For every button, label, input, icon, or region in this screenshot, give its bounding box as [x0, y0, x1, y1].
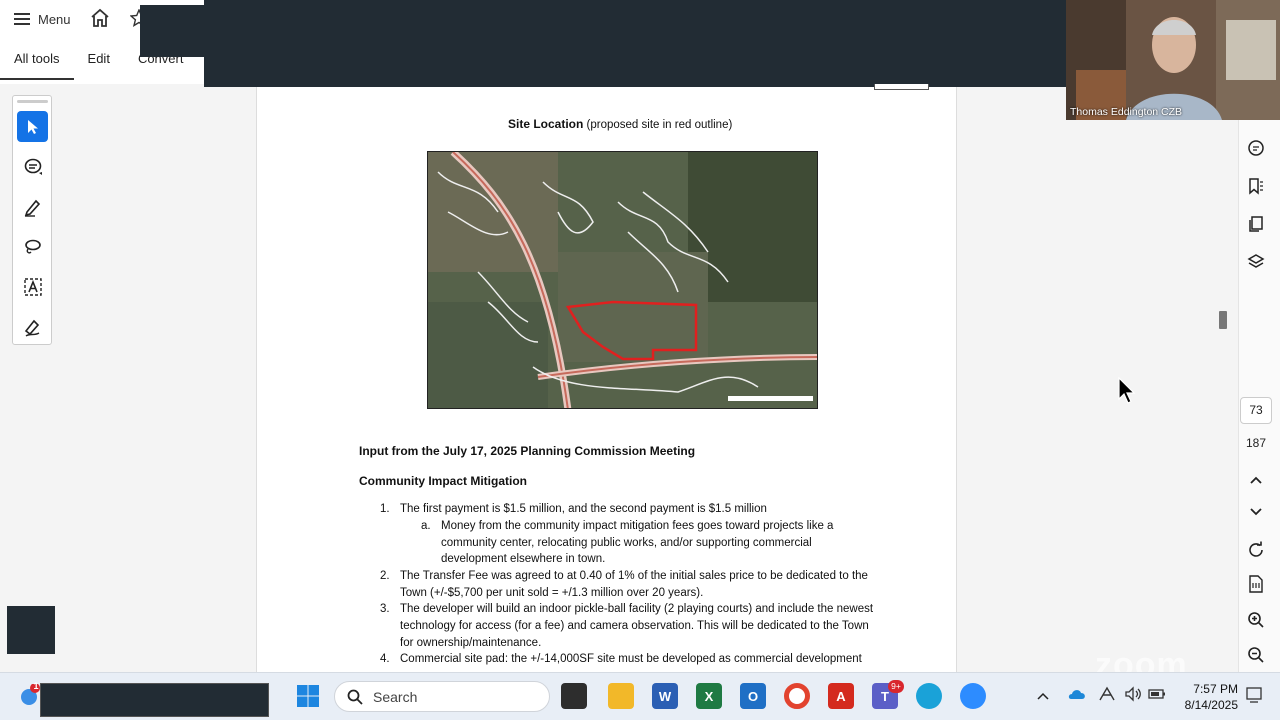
- onedrive-icon[interactable]: [1068, 687, 1086, 705]
- input-heading: Input from the July 17, 2025 Planning Co…: [359, 444, 696, 458]
- list-item-line: Town (+/-$5,700 per unit sold = +/1.3 mi…: [400, 587, 704, 599]
- sign-tool-button[interactable]: [17, 311, 48, 342]
- search-icon: [347, 689, 363, 705]
- hamburger-icon: [14, 13, 30, 25]
- menu-label: Menu: [38, 11, 71, 27]
- list-item-number: a.: [421, 520, 431, 532]
- home-icon[interactable]: [90, 8, 110, 28]
- mouse-cursor-icon: [1118, 376, 1136, 410]
- clock-time: 7:57 PM: [1193, 682, 1238, 696]
- draw-tool-button[interactable]: [17, 231, 48, 262]
- participant-name: Thomas Eddington CZB: [1070, 106, 1183, 118]
- site-location-caption: Site Location (proposed site in red outl…: [508, 117, 732, 131]
- file-explorer-dark-icon[interactable]: [561, 683, 587, 709]
- chrome-icon[interactable]: [784, 683, 810, 709]
- list-item-line: Money from the community impact mitigati…: [441, 520, 834, 532]
- zoom-in-icon[interactable]: [1245, 609, 1267, 631]
- zoom-app-icon[interactable]: [960, 683, 986, 709]
- notification-icon[interactable]: [1246, 687, 1262, 708]
- chevron-down-icon[interactable]: [1245, 501, 1267, 523]
- list-item-number: 4.: [380, 653, 390, 665]
- list-item-line: The first payment is $1.5 million, and t…: [400, 503, 767, 515]
- pointer-icon: [27, 119, 38, 134]
- redacted-taskbar-area: [40, 683, 269, 717]
- edge-icon[interactable]: [916, 683, 942, 709]
- list-item-line: community center, relocating public work…: [441, 537, 812, 549]
- list-item-line: Commercial site pad: the +/-14,000SF sit…: [400, 653, 862, 665]
- clock-date: 8/14/2025: [1184, 698, 1238, 712]
- scrollbar-thumb[interactable]: [1219, 311, 1227, 329]
- acrobat-icon[interactable]: A: [828, 683, 854, 709]
- section-heading: Community Impact Mitigation: [359, 474, 527, 488]
- page-number-input[interactable]: 73: [1240, 397, 1272, 424]
- site-heading: Site Location: [508, 117, 584, 131]
- lasso-icon: [24, 239, 41, 253]
- list-item-line: technology for access (for a fee) and ca…: [400, 620, 869, 632]
- teams-badge: 9+: [888, 680, 904, 693]
- fit-page-icon[interactable]: [1245, 573, 1267, 595]
- bookmark-icon[interactable]: [1245, 175, 1267, 197]
- site-map-image: [427, 151, 818, 409]
- widgets-button[interactable]: 1: [18, 681, 40, 706]
- chevron-up-icon[interactable]: [1245, 469, 1267, 491]
- participant-video[interactable]: [1066, 0, 1280, 120]
- layers-icon[interactable]: [1245, 251, 1267, 273]
- list-item-number: 2.: [380, 570, 390, 582]
- tab-edit[interactable]: Edit: [74, 50, 124, 80]
- site-caption: (proposed site in red outline): [586, 119, 733, 131]
- list-item-line: The Transfer Fee was agreed to at 0.40 o…: [400, 570, 868, 582]
- list-item-line: for ownership/maintenance.: [400, 637, 542, 649]
- tab-all-tools[interactable]: All tools: [0, 50, 74, 80]
- search-placeholder: Search: [373, 688, 418, 705]
- highlight-tool-button[interactable]: [17, 191, 48, 222]
- system-clock[interactable]: 7:57 PM 8/14/2025: [1178, 681, 1238, 713]
- menu-button[interactable]: Menu: [14, 9, 71, 29]
- taskbar-search[interactable]: Search: [334, 681, 550, 712]
- excel-icon[interactable]: X: [696, 683, 722, 709]
- select-tool-button[interactable]: [17, 111, 48, 142]
- volume-icon[interactable]: [1124, 686, 1142, 707]
- list-item-number: 1.: [380, 503, 390, 515]
- comment-tool-button[interactable]: [17, 151, 48, 182]
- windows-icon: [297, 685, 319, 707]
- comments-icon[interactable]: [1245, 137, 1267, 159]
- signature-pen-icon: [24, 319, 39, 337]
- outlook-icon[interactable]: O: [740, 683, 766, 709]
- folder-icon[interactable]: [608, 683, 634, 709]
- page-total: 187: [1245, 436, 1267, 450]
- list-item-number: 3.: [380, 603, 390, 615]
- network-icon[interactable]: [1098, 686, 1116, 707]
- word-icon[interactable]: W: [652, 683, 678, 709]
- redacted-thumbnail: [7, 606, 55, 654]
- quick-tools-panel: [12, 95, 52, 345]
- redacted-block: [140, 5, 204, 57]
- battery-icon[interactable]: [1148, 687, 1166, 706]
- page-marker: [874, 84, 929, 90]
- panel-grip[interactable]: [17, 100, 48, 103]
- pages-icon[interactable]: [1245, 213, 1267, 235]
- zoom-out-icon[interactable]: [1245, 644, 1267, 666]
- pen-icon: [24, 199, 40, 217]
- comment-icon: [24, 158, 42, 175]
- list-item-line: The developer will build an indoor pickl…: [400, 603, 874, 615]
- chevron-up-tray-icon[interactable]: [1036, 688, 1050, 706]
- list-item-line: development elsewhere in town.: [441, 553, 606, 565]
- refresh-icon[interactable]: [1245, 539, 1267, 561]
- text-box-icon: [23, 277, 42, 296]
- redacted-header: [204, 0, 1066, 87]
- start-button[interactable]: [296, 684, 320, 708]
- text-tool-button[interactable]: [17, 271, 48, 302]
